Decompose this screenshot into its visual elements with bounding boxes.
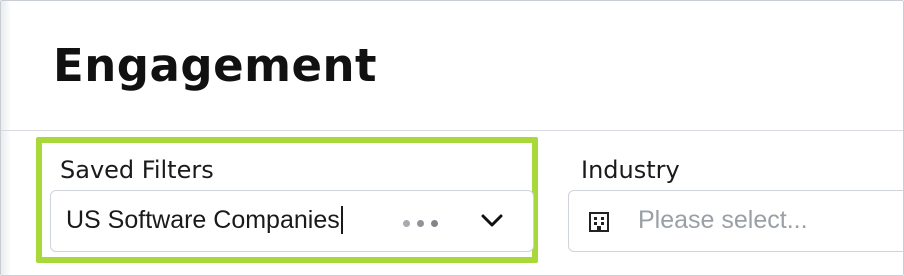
header-divider: [1, 130, 903, 131]
saved-filters-label: Saved Filters: [60, 156, 214, 184]
chevron-down-icon[interactable]: [480, 213, 504, 229]
saved-filters-value[interactable]: US Software Companies: [66, 206, 340, 234]
industry-placeholder[interactable]: Please select...: [638, 206, 808, 235]
more-horizontal-icon[interactable]: [403, 220, 447, 228]
screen-frame: Engagement Saved Filters US Software Com…: [0, 0, 904, 276]
text-cursor: [340, 206, 343, 234]
saved-filters-value-wrap[interactable]: US Software Companies: [66, 206, 343, 235]
left-edge-shadow: [1, 1, 11, 275]
industry-label: Industry: [581, 156, 680, 184]
page-title: Engagement: [53, 39, 378, 92]
industry-select[interactable]: Please select...: [568, 190, 903, 252]
building-icon: [589, 212, 609, 232]
saved-filters-select[interactable]: US Software Companies: [50, 190, 534, 252]
